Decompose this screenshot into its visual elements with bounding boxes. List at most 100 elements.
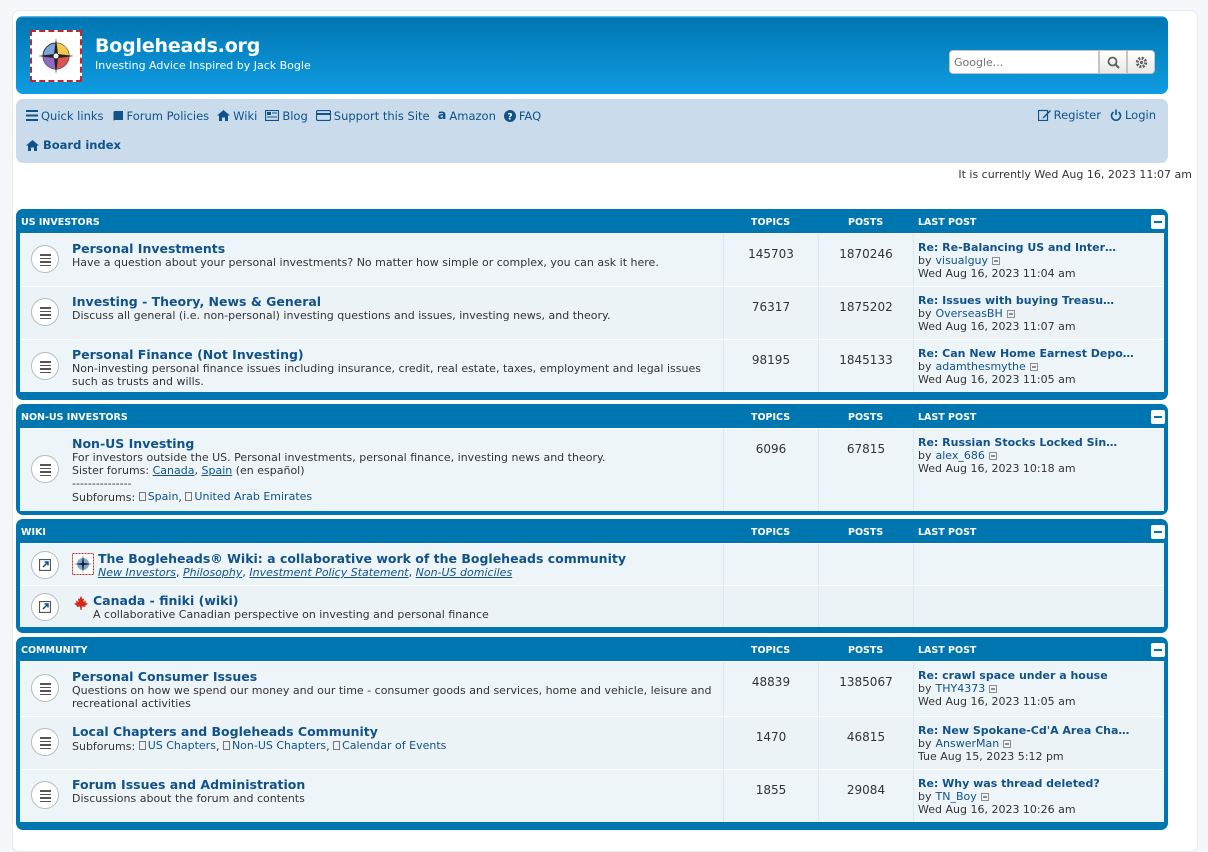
- category-title[interactable]: WIKI: [21, 527, 46, 538]
- topics-header: TOPICS: [751, 645, 791, 656]
- last-post-user[interactable]: alex_686: [936, 449, 985, 462]
- wiki-label: Wiki: [233, 108, 258, 123]
- site-logo[interactable]: [30, 30, 82, 82]
- collapse-button[interactable]: [1151, 643, 1165, 657]
- last-post: Re: crawl space under a house by THY4373 …: [918, 669, 1158, 708]
- last-post-user[interactable]: OverseasBH: [936, 307, 1003, 320]
- last-post-user[interactable]: THY4373: [936, 682, 986, 695]
- advanced-search-button[interactable]: [1127, 50, 1155, 74]
- last-post-title[interactable]: Re: Re-Balancing US and Inter…: [918, 241, 1158, 254]
- wiki-link-philosophy[interactable]: Philosophy: [183, 566, 242, 579]
- site-title[interactable]: Bogleheads.org: [95, 35, 260, 57]
- login-link[interactable]: Login: [1110, 108, 1156, 122]
- last-post-user[interactable]: AnswerMan: [936, 737, 1000, 750]
- last-post-title[interactable]: Re: New Spokane-Cd'A Area Cha…: [918, 724, 1158, 737]
- last-post-title[interactable]: Re: Russian Stocks Locked Sin…: [918, 436, 1158, 449]
- wiki-link-new-investors[interactable]: New Investors: [98, 566, 176, 579]
- forum-title[interactable]: The Bogleheads® Wiki: a collaborative wo…: [98, 551, 626, 566]
- collapse-button[interactable]: [1151, 215, 1165, 229]
- last-post-user[interactable]: TN_Boy: [936, 790, 977, 803]
- view-latest-post-icon[interactable]: [992, 256, 1001, 265]
- forum-policies-link[interactable]: Forum Policies: [112, 108, 210, 123]
- search-input[interactable]: [949, 50, 1099, 74]
- forum-title[interactable]: Personal Finance (Not Investing): [72, 347, 304, 362]
- question-circle-icon: ?: [503, 109, 516, 122]
- category-title[interactable]: US INVESTORS: [21, 217, 100, 228]
- subforum-spain[interactable]: Spain: [138, 490, 178, 503]
- posts-header: POSTS: [848, 645, 884, 656]
- view-latest-post-icon[interactable]: [1006, 309, 1015, 318]
- by-label: by: [918, 790, 932, 803]
- forum-title[interactable]: Non-US Investing: [72, 436, 194, 451]
- view-latest-post-icon[interactable]: [1003, 739, 1012, 748]
- forum-title[interactable]: Forum Issues and Administration: [72, 777, 305, 792]
- last-post: Re: Re-Balancing US and Inter… by visualg…: [918, 241, 1158, 280]
- document-icon: [138, 741, 146, 750]
- search-button[interactable]: [1099, 50, 1127, 74]
- category-header: US INVESTORS TOPICS POSTS LAST POST: [20, 209, 1165, 233]
- forum-row: Investing - Theory, News & General Discu…: [20, 286, 1164, 339]
- forum-title[interactable]: Local Chapters and Bogleheads Community: [72, 724, 378, 739]
- by-label: by: [918, 682, 932, 695]
- last-post-header: LAST POST: [918, 645, 977, 656]
- view-latest-post-icon[interactable]: [989, 684, 998, 693]
- last-post-header: LAST POST: [918, 217, 977, 228]
- forum-row: Forum Issues and Administration Discussi…: [20, 769, 1164, 822]
- forum-description: Discuss all general (i.e. non-personal) …: [72, 309, 611, 322]
- sister-forum-canada[interactable]: Canada: [153, 464, 195, 477]
- blog-link[interactable]: Blog: [265, 108, 308, 123]
- forum-row: Canada - finiki (wiki) A collaborative C…: [20, 585, 1164, 627]
- support-link[interactable]: Support this Site: [315, 109, 430, 123]
- edit-icon: [1037, 109, 1051, 121]
- faq-link[interactable]: ? FAQ: [503, 109, 541, 123]
- last-post-title[interactable]: Re: Issues with buying Treasu…: [918, 294, 1158, 307]
- wiki-link[interactable]: Wiki: [217, 109, 257, 123]
- register-link[interactable]: Register: [1037, 108, 1101, 122]
- amazon-link[interactable]: a Amazon: [438, 108, 496, 123]
- forum-title[interactable]: Canada - finiki (wiki): [93, 593, 238, 608]
- subforum-non-us-chapters[interactable]: Non-US Chapters: [222, 739, 326, 752]
- last-post-title[interactable]: Re: Why was thread deleted?: [918, 777, 1158, 790]
- document-icon: [185, 492, 193, 501]
- topics-count: 76317: [751, 300, 791, 314]
- wiki-link-ips[interactable]: Investment Policy Statement: [249, 566, 408, 579]
- collapse-button[interactable]: [1151, 525, 1165, 539]
- sister-forum-spain[interactable]: Spain: [201, 464, 232, 477]
- last-post-user[interactable]: visualguy: [936, 254, 989, 267]
- topics-count: 48839: [751, 675, 791, 689]
- forum-row: Personal Consumer Issues Questions on ho…: [20, 661, 1164, 716]
- category-title[interactable]: NON-US INVESTORS: [21, 412, 128, 423]
- wiki-link-non-us-domiciles[interactable]: Non-US domiciles: [416, 566, 513, 579]
- last-post-title[interactable]: Re: Can New Home Earnest Depo…: [918, 347, 1158, 360]
- forum-title[interactable]: Investing - Theory, News & General: [72, 294, 321, 309]
- nav-links: Quick links Forum Policies Wiki Blog Sup…: [26, 108, 541, 123]
- user-links: Register Login: [1037, 108, 1156, 122]
- collapse-button[interactable]: [1151, 410, 1165, 424]
- search-box: [949, 50, 1167, 74]
- last-post-title[interactable]: Re: crawl space under a house: [918, 669, 1158, 682]
- subforum-us-chapters[interactable]: US Chapters: [138, 739, 216, 752]
- svg-text:?: ?: [507, 112, 512, 122]
- view-latest-post-icon[interactable]: [1029, 362, 1038, 371]
- category-header: COMMUNITY TOPICS POSTS LAST POST: [20, 637, 1165, 661]
- view-latest-post-icon[interactable]: [980, 792, 989, 801]
- last-post-time: Wed Aug 16, 2023 11:04 am: [918, 267, 1076, 280]
- home-icon: [26, 139, 39, 151]
- category-title[interactable]: COMMUNITY: [21, 645, 88, 656]
- forum-policies-label: Forum Policies: [126, 108, 210, 123]
- board-index-link[interactable]: Board index: [43, 138, 121, 152]
- category-community: COMMUNITY TOPICS POSTS LAST POST Persona…: [16, 637, 1168, 830]
- category-us-investors: US INVESTORS TOPICS POSTS LAST POST Pers…: [16, 209, 1168, 400]
- forum-row: Personal Investments Have a question abo…: [20, 233, 1164, 286]
- subforum-uae[interactable]: United Arab Emirates: [185, 490, 312, 503]
- last-post-user[interactable]: adamthesmythe: [936, 360, 1026, 373]
- subforum-calendar-of-events[interactable]: Calendar of Events: [333, 739, 446, 752]
- view-latest-post-icon[interactable]: [988, 451, 997, 460]
- forum-row: Local Chapters and Bogleheads Community …: [20, 716, 1164, 769]
- blog-label: Blog: [282, 108, 308, 123]
- forum-title[interactable]: Personal Consumer Issues: [72, 669, 257, 684]
- last-post-time: Wed Aug 16, 2023 11:05 am: [918, 695, 1076, 708]
- forum-description: Non-investing personal finance issues in…: [72, 362, 701, 388]
- forum-title[interactable]: Personal Investments: [72, 241, 225, 256]
- quick-links-menu[interactable]: Quick links: [26, 109, 104, 123]
